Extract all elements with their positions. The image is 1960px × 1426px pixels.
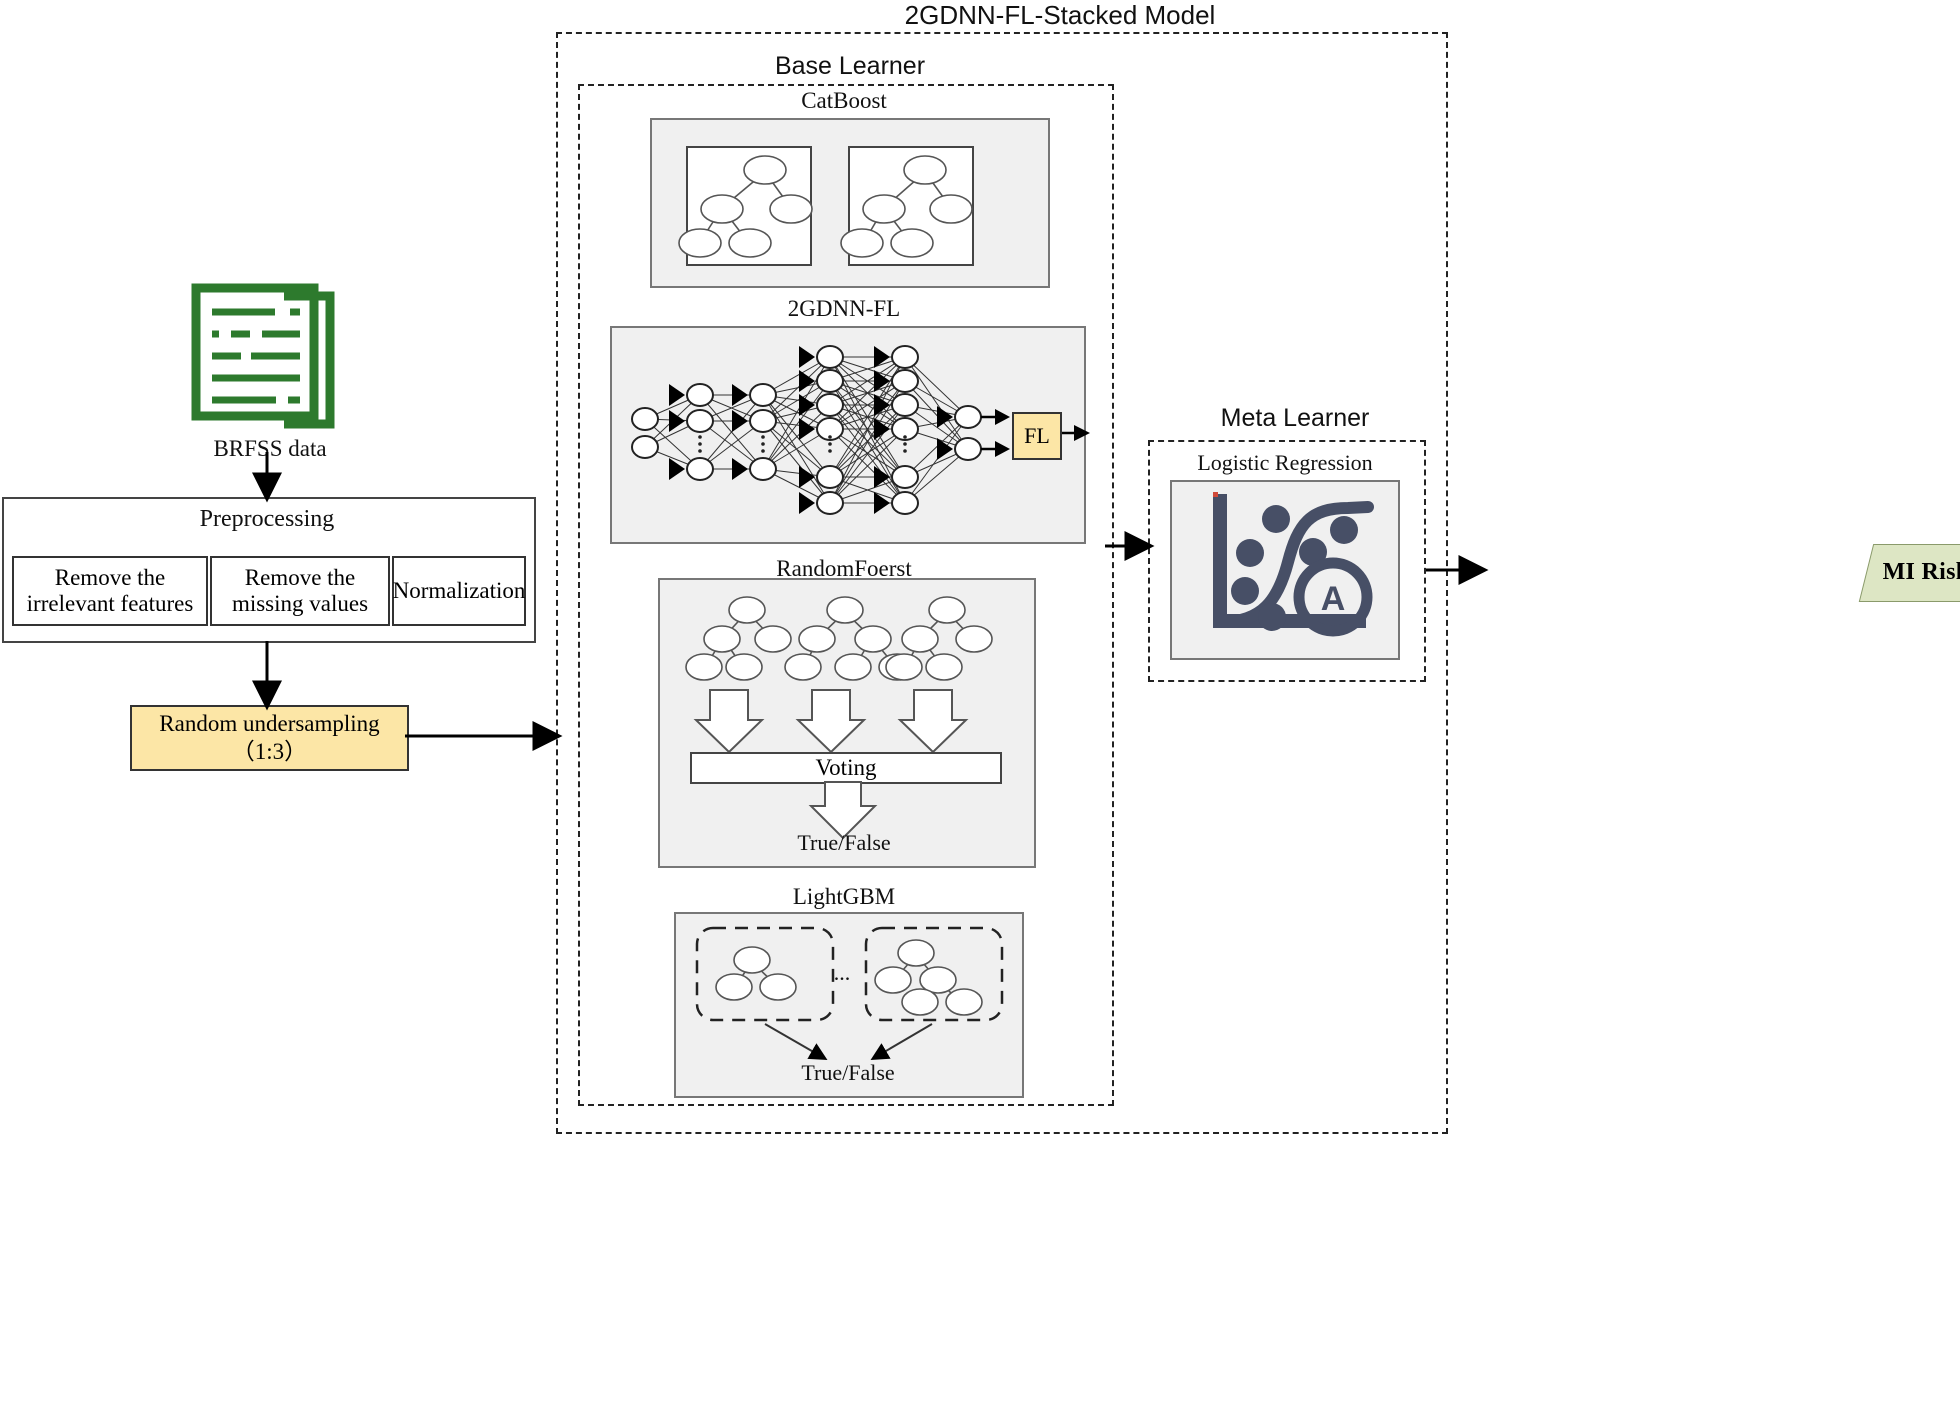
connector-arrows — [252, 452, 1489, 751]
